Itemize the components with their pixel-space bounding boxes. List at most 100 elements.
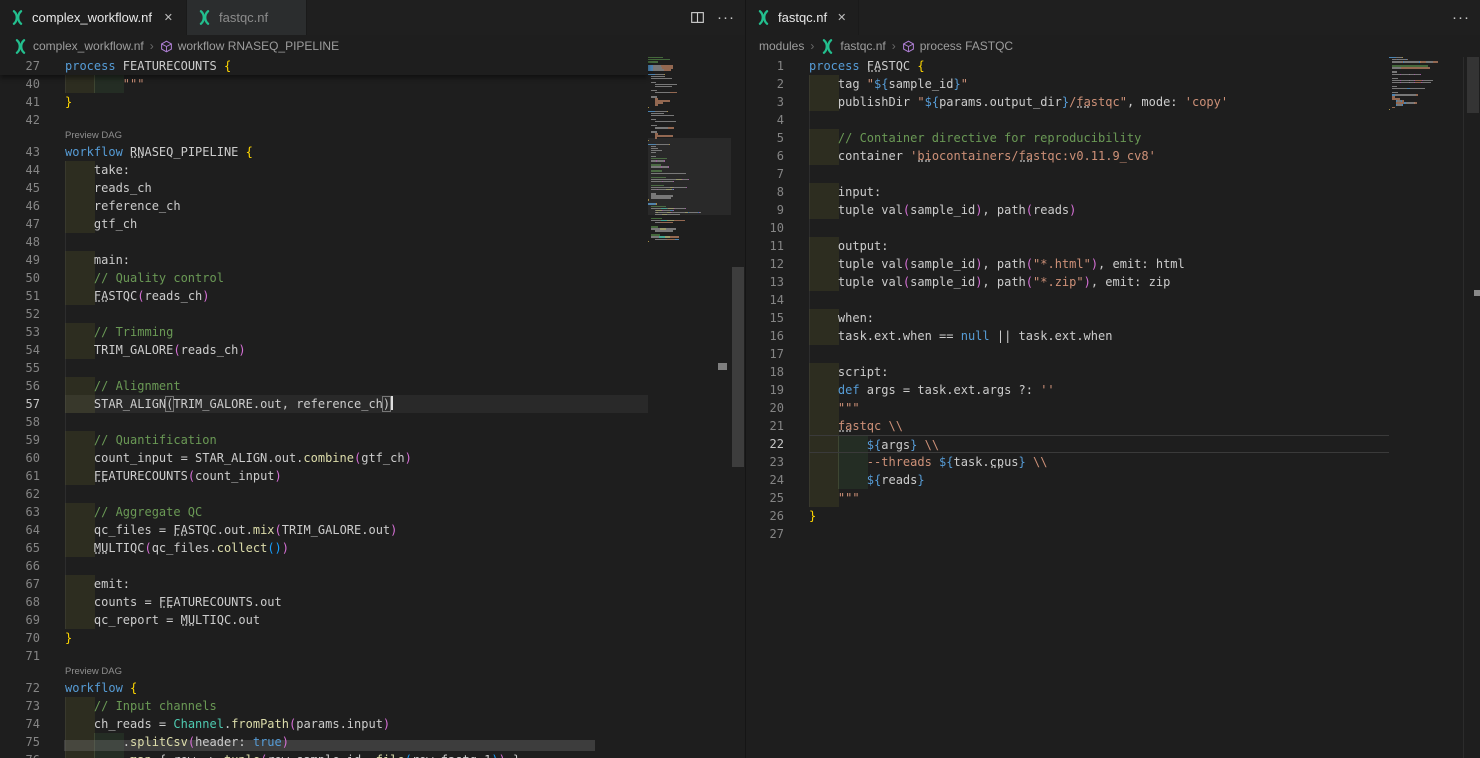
code-line-content[interactable]: .splitCsv(header: true) [65, 733, 648, 751]
code-line-content[interactable]: ${reads} [809, 471, 1389, 489]
vertical-scrollbar[interactable] [1463, 57, 1480, 758]
code-line-content[interactable]: MULTIQC(qc_files.collect()) [65, 539, 648, 557]
code-line-content[interactable] [809, 165, 1389, 183]
code-line-content[interactable]: // Alignment [65, 377, 648, 395]
tab-complex_workflow-nf[interactable]: complex_workflow.nf✕ [0, 0, 187, 35]
code-line-content[interactable]: } [65, 93, 648, 111]
code-line-content[interactable]: // Quantification [65, 431, 648, 449]
code-line[interactable]: 9tuple val(sample_id), path(reads) [746, 201, 1389, 219]
code-line[interactable]: 12tuple val(sample_id), path("*.html"), … [746, 255, 1389, 273]
code-line-content[interactable]: tuple val(sample_id), path("*.zip"), emi… [809, 273, 1389, 291]
tab-fastqc-nf[interactable]: fastqc.nf✕ [746, 0, 859, 35]
code-line-content[interactable]: when: [809, 309, 1389, 327]
code-line-content[interactable] [65, 485, 648, 503]
code-line[interactable]: 53// Trimming [0, 323, 648, 341]
vertical-scrollbar[interactable] [731, 57, 745, 758]
code-line-content[interactable] [65, 413, 648, 431]
code-line-content[interactable]: qc_report = MULTIQC.out [65, 611, 648, 629]
code-line-content[interactable]: def args = task.ext.args ?: '' [809, 381, 1389, 399]
code-line[interactable]: 71 [0, 647, 648, 665]
code-line[interactable]: 60count_input = STAR_ALIGN.out.combine(g… [0, 449, 648, 467]
code-line-content[interactable]: // Quality control [65, 269, 648, 287]
split-editor[interactable] [690, 10, 705, 25]
code-line[interactable]: 20""" [746, 399, 1389, 417]
code-line[interactable]: 50// Quality control [0, 269, 648, 287]
more-actions[interactable]: ··· [1452, 10, 1470, 25]
tab-close-icon[interactable]: ✕ [161, 10, 176, 25]
code-line[interactable]: 41} [0, 93, 648, 111]
code-line[interactable]: 66 [0, 557, 648, 575]
minimap-slider[interactable] [648, 138, 731, 215]
code-line[interactable]: 18script: [746, 363, 1389, 381]
code-line[interactable]: 13tuple val(sample_id), path("*.zip"), e… [746, 273, 1389, 291]
code-line-content[interactable] [65, 557, 648, 575]
code-line-content[interactable]: main: [65, 251, 648, 269]
code-line[interactable]: 73// Input channels [0, 697, 648, 715]
code-line-content[interactable] [809, 345, 1389, 363]
code-line[interactable]: 19def args = task.ext.args ?: '' [746, 381, 1389, 399]
code-line[interactable]: 44take: [0, 161, 648, 179]
code-line[interactable]: 17 [746, 345, 1389, 363]
code-line[interactable]: 11output: [746, 237, 1389, 255]
code-line[interactable]: 62 [0, 485, 648, 503]
code-line[interactable]: 59// Quantification [0, 431, 648, 449]
codelens-preview-dag[interactable]: Preview DAG [0, 129, 648, 143]
minimap[interactable] [1389, 57, 1463, 758]
code-line[interactable]: 65MULTIQC(qc_files.collect()) [0, 539, 648, 557]
code-line[interactable]: 42 [0, 111, 648, 129]
code-line-content[interactable]: tag "${sample_id}" [809, 75, 1389, 93]
code-line[interactable]: 26} [746, 507, 1389, 525]
code-line[interactable]: 68counts = FEATURECOUNTS.out [0, 593, 648, 611]
code-line-content[interactable]: FASTQC(reads_ch) [65, 287, 648, 305]
code-line[interactable]: 48 [0, 233, 648, 251]
code-line-content[interactable]: process FEATURECOUNTS { [65, 57, 648, 75]
code-line-content[interactable] [65, 233, 648, 251]
code-line[interactable]: 27 [746, 525, 1389, 543]
breadcrumb-item[interactable]: modules [759, 39, 804, 53]
code-line[interactable]: 49main: [0, 251, 648, 269]
code-line[interactable]: 27process FEATURECOUNTS { [0, 57, 648, 75]
code-line-content[interactable] [809, 525, 1389, 543]
code-line[interactable]: 67emit: [0, 575, 648, 593]
code-line-content[interactable]: input: [809, 183, 1389, 201]
code-line-content[interactable]: counts = FEATURECOUNTS.out [65, 593, 648, 611]
editor[interactable]: 1process FASTQC {2tag "${sample_id}"3pub… [746, 57, 1480, 758]
code-line[interactable]: 54TRIM_GALORE(reads_ch) [0, 341, 648, 359]
code-line[interactable]: 24${reads} [746, 471, 1389, 489]
code-line-content[interactable]: tuple val(sample_id), path("*.html"), em… [809, 255, 1389, 273]
code-line-content[interactable]: container 'biocontainers/fastqc:v0.11.9_… [809, 147, 1389, 165]
code-line[interactable]: 5// Container directive for reproducibil… [746, 129, 1389, 147]
code-line[interactable]: 22${args} \\ [746, 435, 1389, 453]
code-line[interactable]: 45reads_ch [0, 179, 648, 197]
scrollbar-slider[interactable] [1467, 57, 1479, 113]
code-line[interactable]: 72workflow { [0, 679, 648, 697]
code-line-content[interactable]: """ [809, 489, 1389, 507]
code-line-content[interactable]: reads_ch [65, 179, 648, 197]
code-line[interactable]: 7 [746, 165, 1389, 183]
code-line-content[interactable]: output: [809, 237, 1389, 255]
tab-fastqc-nf[interactable]: fastqc.nf [187, 0, 307, 35]
code-line-content[interactable] [65, 359, 648, 377]
code-line-content[interactable] [809, 219, 1389, 237]
code-line-content[interactable]: qc_files = FASTQC.out.mix(TRIM_GALORE.ou… [65, 521, 648, 539]
code-line[interactable]: 63// Aggregate QC [0, 503, 648, 521]
code-line-content[interactable]: workflow RNASEQ_PIPELINE { [65, 143, 648, 161]
code-line-content[interactable]: --threads ${task.cpus} \\ [809, 453, 1389, 471]
code-line[interactable]: 43workflow RNASEQ_PIPELINE { [0, 143, 648, 161]
code-line-content[interactable]: STAR_ALIGN(TRIM_GALORE.out, reference_ch… [65, 395, 648, 413]
code-line-content[interactable]: // Aggregate QC [65, 503, 648, 521]
code-line-content[interactable]: } [809, 507, 1389, 525]
code-line-content[interactable] [65, 305, 648, 323]
code-line-content[interactable]: // Container directive for reproducibili… [809, 129, 1389, 147]
code-line-content[interactable]: FEATURECOUNTS(count_input) [65, 467, 648, 485]
code-line[interactable]: 69qc_report = MULTIQC.out [0, 611, 648, 629]
code-line[interactable]: 8input: [746, 183, 1389, 201]
breadcrumb-item[interactable]: complex_workflow.nf [13, 39, 144, 54]
code-line[interactable]: 10 [746, 219, 1389, 237]
code-line-content[interactable]: ch_reads = Channel.fromPath(params.input… [65, 715, 648, 733]
sticky-scroll-line[interactable]: 27process FEATURECOUNTS { [0, 57, 648, 75]
code-line-content[interactable]: workflow { [65, 679, 648, 697]
code-line[interactable]: 6container 'biocontainers/fastqc:v0.11.9… [746, 147, 1389, 165]
code-line[interactable]: 1process FASTQC { [746, 57, 1389, 75]
code-line-content[interactable]: count_input = STAR_ALIGN.out.combine(gtf… [65, 449, 648, 467]
